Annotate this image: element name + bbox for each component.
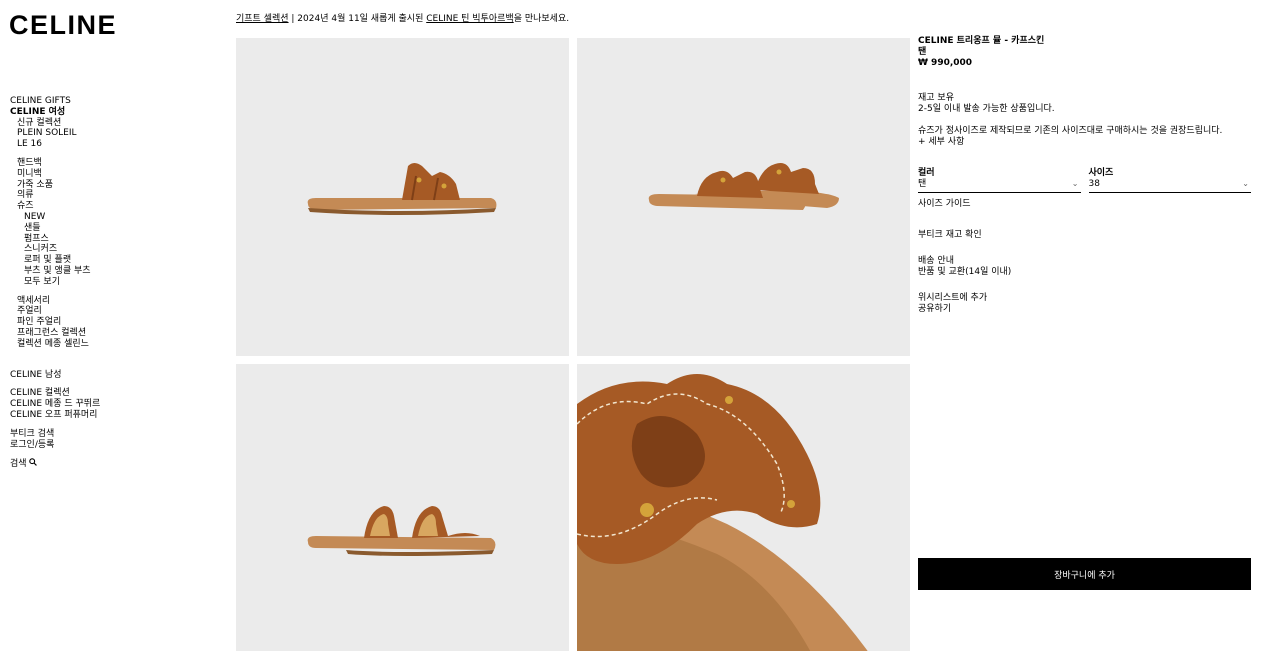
- nav-search[interactable]: 검색: [10, 458, 220, 470]
- sandal-back-illustration: [236, 364, 569, 651]
- size-note: 슈즈가 정사이즈로 제작되므로 기존의 사이즈대로 구매하시는 것을 권장드립니…: [918, 126, 1223, 136]
- nav-login[interactable]: 로그인/등록: [10, 440, 220, 451]
- chevron-down-icon: ⌄: [1071, 179, 1079, 188]
- nav-haute-couture[interactable]: CELINE 메종 드 꾸뛰르: [10, 399, 220, 410]
- boutique-stock-link[interactable]: 부티크 재고 확인: [918, 230, 1251, 241]
- details-toggle[interactable]: + 세부 사항: [918, 137, 1251, 148]
- sandal-detail-illustration: [577, 364, 910, 651]
- promo-banner: 기프트 셀렉션 | 2024년 4월 11일 새롭게 출시된 CELINE 틴 …: [236, 11, 569, 24]
- product-title-text: CELINE 트리옹프 뮬 - 카프스킨: [918, 36, 1045, 46]
- promo-text: | 2024년 4월 11일 새롭게 출시된: [288, 14, 427, 24]
- product-image-detail[interactable]: [577, 364, 910, 651]
- size-value: 38: [1088, 179, 1100, 189]
- nav-maison-celine[interactable]: 컬렉션 메종 셀린느: [10, 339, 220, 350]
- nav-small-leather[interactable]: 가죽 소품: [10, 180, 220, 191]
- nav-shoes-new[interactable]: NEW: [10, 212, 220, 223]
- nav-jewelry[interactable]: 주얼리: [10, 306, 220, 317]
- size-guide-link[interactable]: 사이즈 가이드: [918, 199, 1251, 210]
- add-to-cart-button[interactable]: 장바구니에 추가: [918, 558, 1251, 590]
- nav-fragrance[interactable]: 프래그런스 컬렉션: [10, 328, 220, 339]
- stock-status: 재고 보유: [918, 93, 954, 103]
- search-icon: [29, 458, 38, 467]
- color-selector[interactable]: 컬러 탠 ⌄: [918, 168, 1081, 193]
- nav-shoes-sneakers[interactable]: 스니커즈: [10, 244, 220, 255]
- color-value: 탠: [918, 179, 927, 189]
- nav-shoes-boots[interactable]: 부츠 및 앵클 부츠: [10, 266, 220, 277]
- nav-minibags[interactable]: 미니백: [10, 169, 220, 180]
- product-title: CELINE 트리옹프 뮬 - 카프스킨 탠: [918, 36, 1058, 58]
- nav-women[interactable]: CELINE 여성: [10, 107, 220, 118]
- product-image-front[interactable]: [577, 38, 910, 356]
- product-price: ₩ 990,000: [918, 58, 973, 68]
- product-info: CELINE 트리옹프 뮬 - 카프스킨 탠 ₩ 990,000 재고 보유 2…: [918, 36, 1251, 315]
- shipping-note: 2-5일 이내 발송 가능한 상품입니다.: [918, 104, 1055, 114]
- sandal-front-illustration: [577, 38, 910, 356]
- product-image-side[interactable]: [236, 38, 569, 356]
- nav-ready-to-wear[interactable]: 의류: [10, 190, 220, 201]
- nav-shoes[interactable]: 슈즈: [10, 201, 220, 212]
- nav-collections[interactable]: CELINE 컬렉션: [10, 388, 220, 399]
- product-image-back[interactable]: [236, 364, 569, 651]
- size-selector[interactable]: 사이즈 38 ⌄: [1088, 168, 1251, 193]
- promo-suffix: 을 만나보세요.: [513, 14, 570, 24]
- chevron-down-icon: ⌄: [1242, 179, 1249, 188]
- side-navigation: CELINE GIFTS CELINE 여성 신규 컬렉션 PLEIN SOLE…: [10, 96, 220, 470]
- color-label: 컬러: [918, 168, 935, 178]
- wishlist-link[interactable]: 위시리스트에 추가: [918, 293, 1251, 304]
- nav-shoes-sandals[interactable]: 샌들: [10, 223, 220, 234]
- nav-women-new[interactable]: 신규 컬렉션: [10, 118, 220, 129]
- share-link[interactable]: 공유하기: [918, 304, 1251, 315]
- nav-search-label: 검색: [10, 459, 27, 470]
- promo-link-gift[interactable]: 기프트 셀렉션: [236, 14, 289, 24]
- nav-shoes-pumps[interactable]: 펌프스: [10, 234, 220, 245]
- nav-shoes-loafers[interactable]: 로퍼 및 플랫: [10, 255, 220, 266]
- product-gallery: [236, 38, 911, 651]
- nav-boutique-search[interactable]: 부티크 검색: [10, 429, 220, 440]
- sandal-side-illustration: [236, 38, 569, 356]
- nav-accessories[interactable]: 액세서리: [10, 296, 220, 307]
- nav-shoes-all[interactable]: 모두 보기: [10, 277, 220, 288]
- nav-haute-parfumerie[interactable]: CELINE 오프 퍼퓨머리: [10, 410, 220, 421]
- nav-gifts[interactable]: CELINE GIFTS: [10, 96, 220, 107]
- product-color-name: 탠: [918, 47, 927, 57]
- nav-handbags[interactable]: 핸드백: [10, 158, 220, 169]
- nav-fine-jewelry[interactable]: 파인 주얼리: [10, 317, 220, 328]
- returns-link[interactable]: 반품 및 교환(14일 이내): [918, 267, 1251, 278]
- nav-women-le16[interactable]: LE 16: [10, 139, 220, 150]
- nav-women-plein-soleil[interactable]: PLEIN SOLEIL: [10, 128, 220, 139]
- delivery-link[interactable]: 배송 안내: [918, 256, 1251, 267]
- nav-men[interactable]: CELINE 남성: [10, 370, 220, 381]
- promo-link-bag[interactable]: CELINE 틴 빅투아르백: [426, 14, 513, 24]
- brand-logo[interactable]: CELINE: [9, 10, 117, 41]
- size-label: 사이즈: [1088, 168, 1114, 178]
